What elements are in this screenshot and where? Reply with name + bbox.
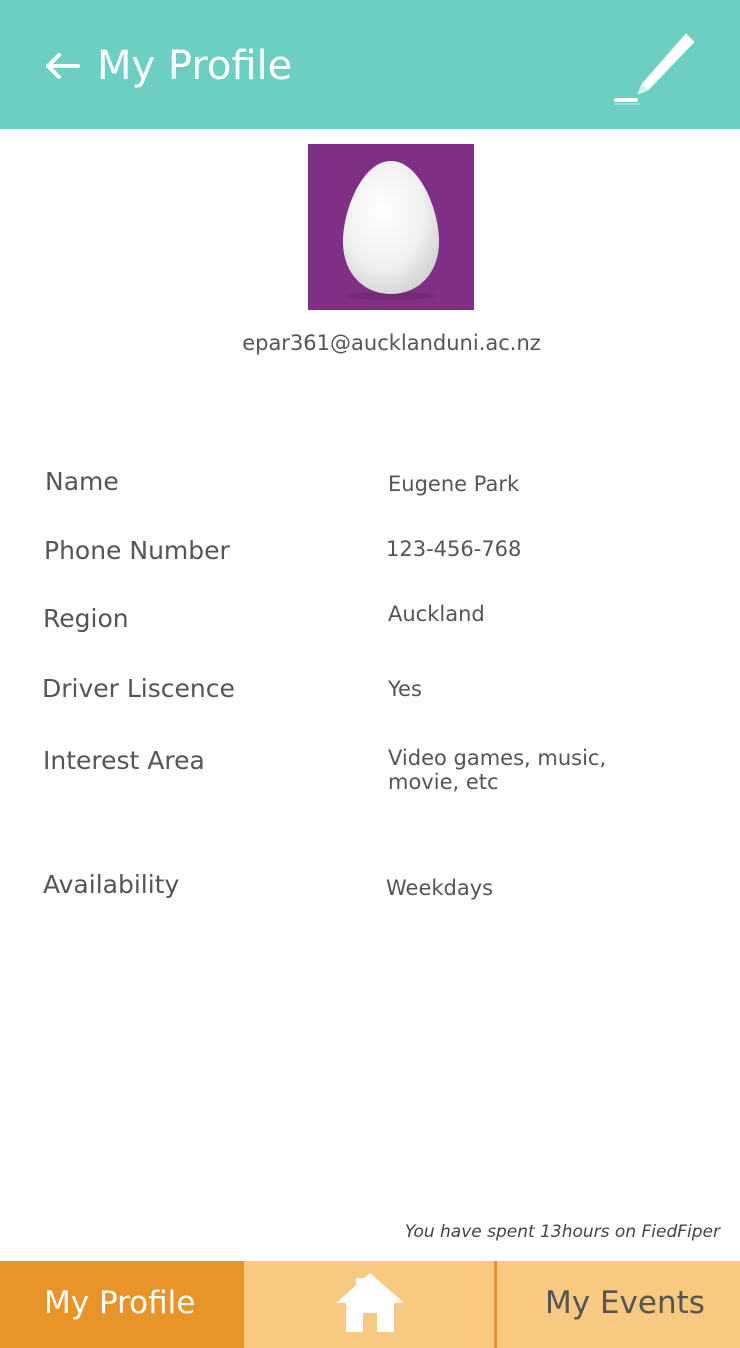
interest-label: Interest Area (43, 746, 205, 775)
tab-my-events-label: My Events (545, 1285, 705, 1321)
time-spent-note: You have spent 13hours on FiedFiper (404, 1222, 720, 1242)
egg-avatar-icon (342, 161, 440, 300)
tab-my-events[interactable]: My Events (497, 1261, 740, 1348)
phone-value: 123-456-768 (386, 537, 522, 561)
licence-value: Yes (388, 677, 422, 701)
email-address: epar361@aucklanduni.ac.nz (242, 331, 541, 355)
app-header: My Profile (0, 0, 740, 129)
availability-label: Availability (43, 870, 180, 899)
name-value: Eugene Park (388, 472, 520, 496)
back-button[interactable] (44, 47, 84, 87)
availability-value: Weekdays (386, 876, 494, 900)
home-icon (336, 1273, 404, 1332)
region-label: Region (43, 604, 129, 633)
tab-home[interactable] (244, 1261, 496, 1348)
interest-value-line1: Video games, music, (388, 746, 607, 770)
arrow-left-icon (46, 53, 80, 79)
page-title: My Profile (97, 43, 293, 89)
licence-label: Driver Liscence (42, 674, 235, 703)
name-label: Name (45, 467, 119, 496)
tab-my-profile[interactable]: My Profile (0, 1261, 244, 1348)
edit-profile-button[interactable] (610, 28, 700, 108)
bottom-tab-bar: My Profile My Events (0, 1261, 740, 1348)
interest-value-line2: movie, etc (388, 770, 499, 794)
phone-label: Phone Number (44, 536, 230, 565)
avatar[interactable] (308, 144, 474, 310)
tab-my-profile-label: My Profile (44, 1285, 196, 1321)
pencil-icon (614, 33, 695, 105)
region-value: Auckland (388, 602, 485, 626)
